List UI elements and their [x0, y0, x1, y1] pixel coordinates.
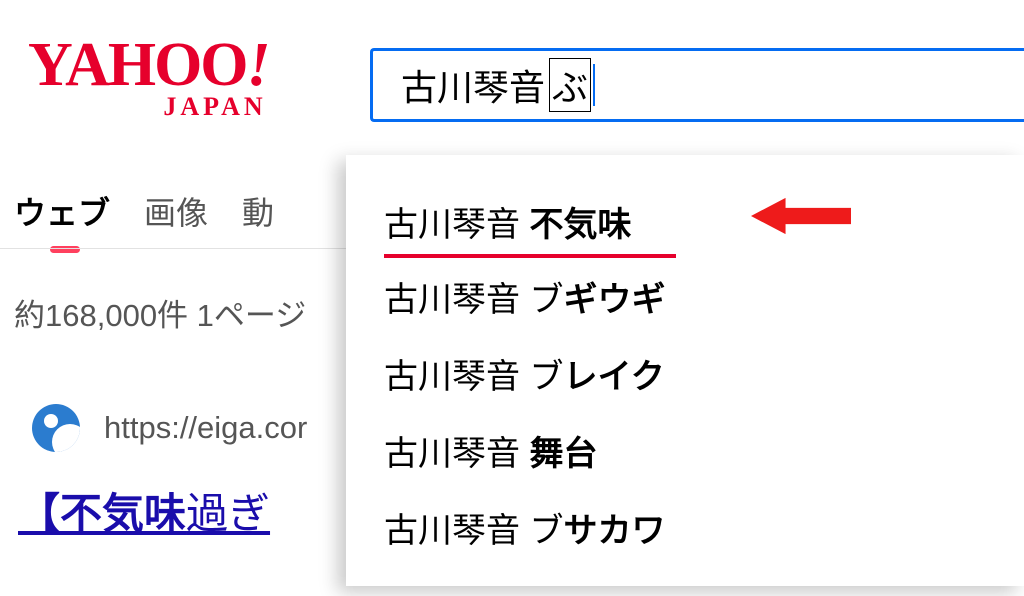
suggestion-item[interactable]: 古川琴音 ブギウギ: [346, 258, 1024, 335]
logo-main: YAHOO!: [28, 38, 269, 94]
suggestion-item[interactable]: 古川琴音 不気味: [346, 183, 1024, 260]
result-item[interactable]: https://eiga.cor: [32, 404, 307, 452]
tab-image[interactable]: 画像: [144, 188, 208, 256]
ime-composition: ぶ: [549, 58, 591, 112]
yahoo-japan-logo[interactable]: YAHOO! JAPAN: [28, 38, 269, 122]
suggestion-item[interactable]: 古川琴音 ブサカワ: [346, 489, 1024, 566]
site-favicon: [32, 404, 80, 452]
result-title-link[interactable]: 【不気味過ぎ: [18, 480, 270, 541]
tab-video[interactable]: 動: [242, 188, 274, 256]
search-suggestions: 古川琴音 不気味 古川琴音 ブギウギ 古川琴音 ブレイク 古川琴音 舞台 古川琴…: [346, 155, 1024, 586]
tabs-divider: [0, 248, 370, 249]
suggestion-item[interactable]: 古川琴音 舞台: [346, 412, 1024, 489]
search-input[interactable]: 古川琴音 ぶ: [370, 48, 1024, 122]
suggestion-item[interactable]: 古川琴音 ブレイク: [346, 335, 1024, 412]
result-count: 約168,000件 1ページ: [14, 290, 306, 335]
text-caret: [593, 64, 595, 106]
search-query: 古川琴音 ぶ: [401, 58, 595, 112]
result-url: https://eiga.cor: [104, 410, 307, 446]
